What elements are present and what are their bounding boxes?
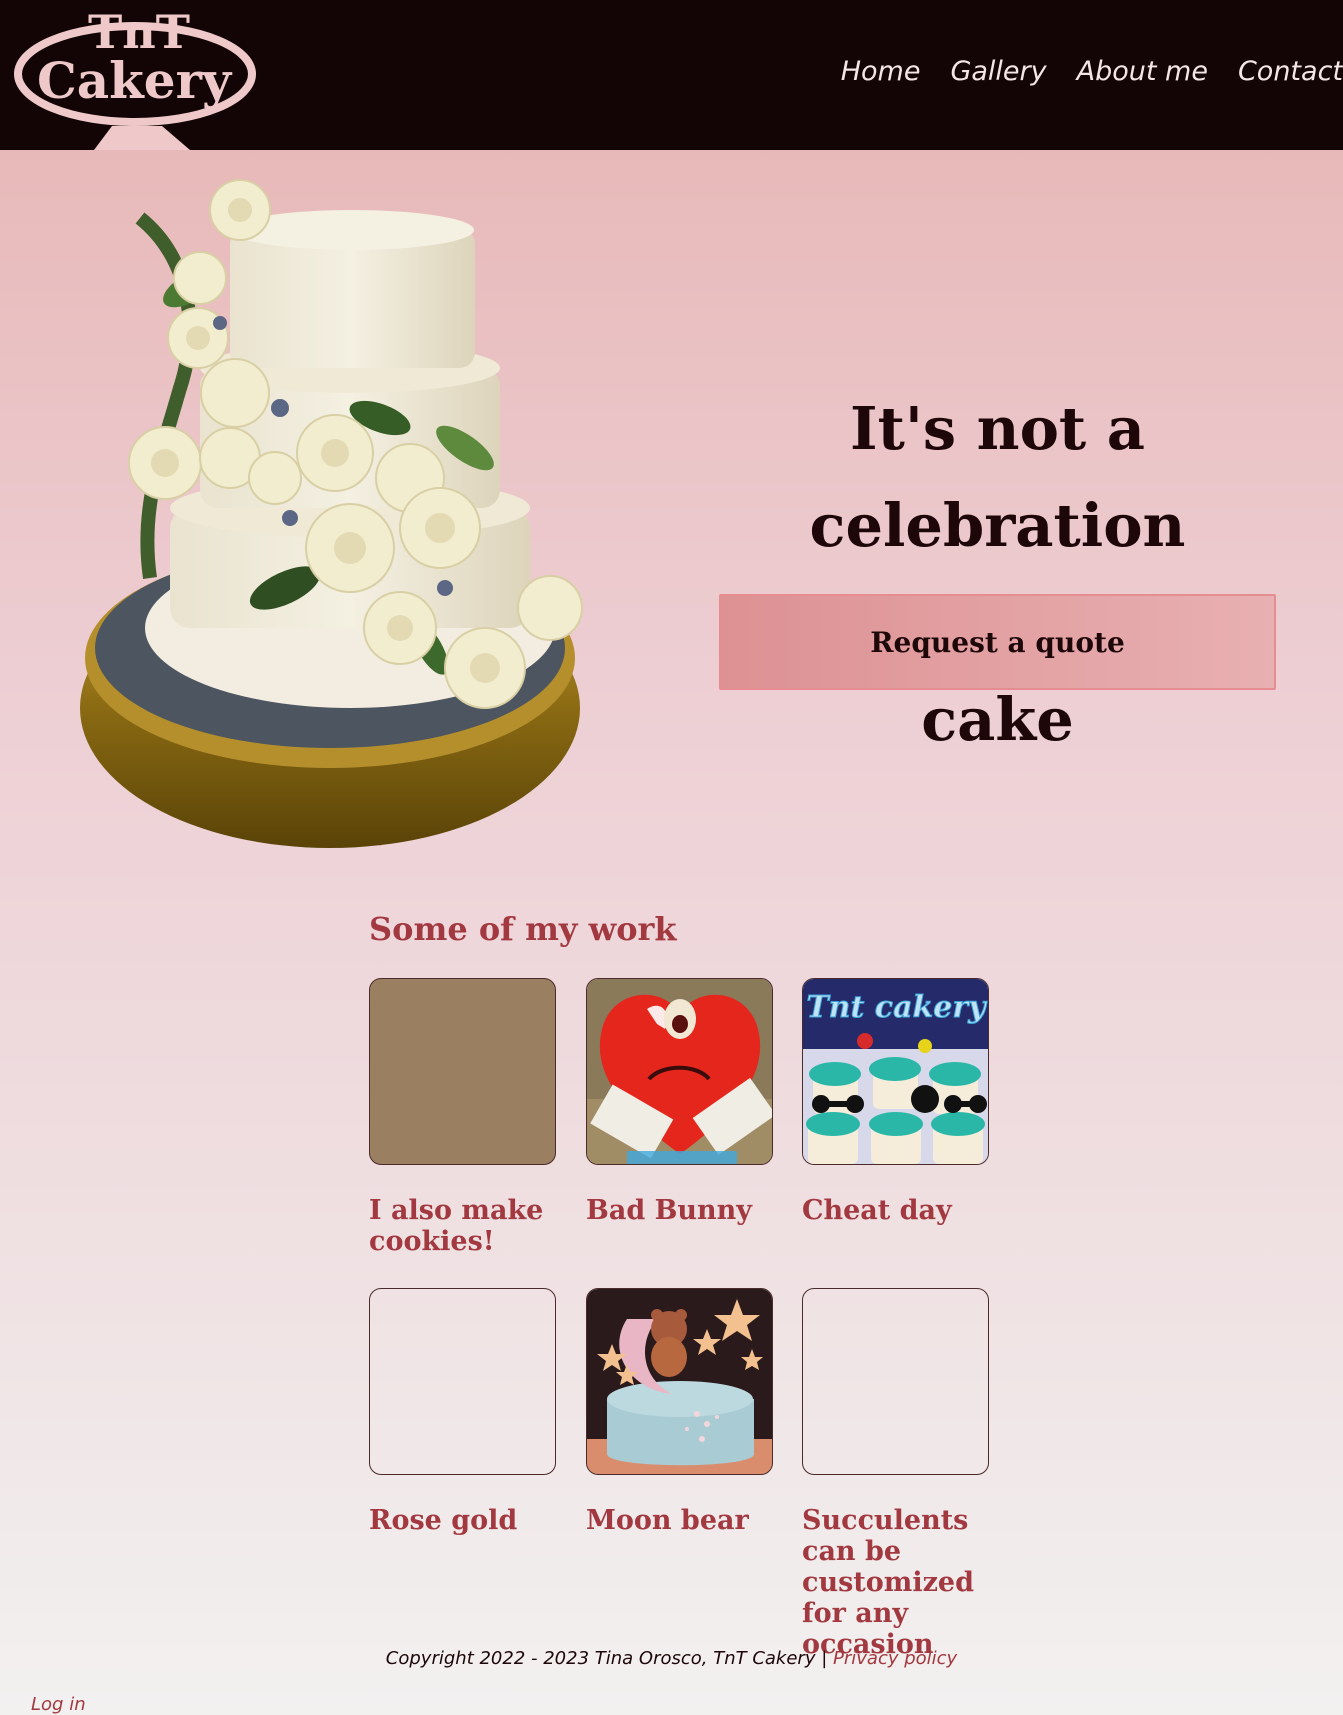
site-footer: Copyright 2022 - 2023 Tina Orosco, TnT C… xyxy=(0,1648,1343,1669)
caption-moon-bear: Moon bear xyxy=(586,1505,749,1536)
hero-heading-line1: It's not a celebration xyxy=(809,394,1186,560)
caption-rose-gold: Rose gold xyxy=(369,1505,518,1536)
nav-contact[interactable]: Contact xyxy=(1238,56,1343,87)
hero-cake-image xyxy=(80,178,640,878)
nav-gallery[interactable]: Gallery xyxy=(950,56,1046,87)
gallery-tile-bad-bunny[interactable] xyxy=(586,978,773,1165)
gallery-tile-moon-bear[interactable] xyxy=(586,1288,773,1475)
work-section-title: Some of my work xyxy=(369,910,677,948)
gallery-tile-succulents[interactable] xyxy=(802,1288,989,1475)
gallery-tile-cookies[interactable] xyxy=(369,978,556,1165)
nav-home[interactable]: Home xyxy=(841,56,921,87)
copyright-text: Copyright 2022 - 2023 Tina Orosco, TnT C… xyxy=(385,1648,833,1669)
site-header: TnT Cakery Home Gallery About me Contact xyxy=(0,0,1343,150)
gallery-tile-cheat-day[interactable]: Tnt cakery xyxy=(802,978,989,1165)
nav-about-me[interactable]: About me xyxy=(1077,56,1208,87)
cheat-day-overlay-text: Tnt cakery xyxy=(806,990,988,1025)
brand-logo[interactable]: TnT Cakery xyxy=(14,4,258,150)
hero-heading: It's not a celebration until there is ca… xyxy=(700,380,1295,768)
request-quote-button[interactable]: Request a quote xyxy=(719,594,1276,690)
caption-succulents: Succulents can be customized for any occ… xyxy=(802,1505,974,1660)
log-in-link[interactable]: Log in xyxy=(31,1694,86,1715)
caption-cookies: I also make cookies! xyxy=(369,1195,544,1257)
main-nav: Home Gallery About me Contact xyxy=(841,56,1343,87)
gallery-tile-rose-gold[interactable] xyxy=(369,1288,556,1475)
caption-bad-bunny: Bad Bunny xyxy=(586,1195,752,1226)
privacy-policy-link[interactable]: Privacy policy xyxy=(833,1648,957,1669)
brand-line2: Cakery xyxy=(37,51,233,110)
caption-cheat-day: Cheat day xyxy=(802,1195,952,1226)
